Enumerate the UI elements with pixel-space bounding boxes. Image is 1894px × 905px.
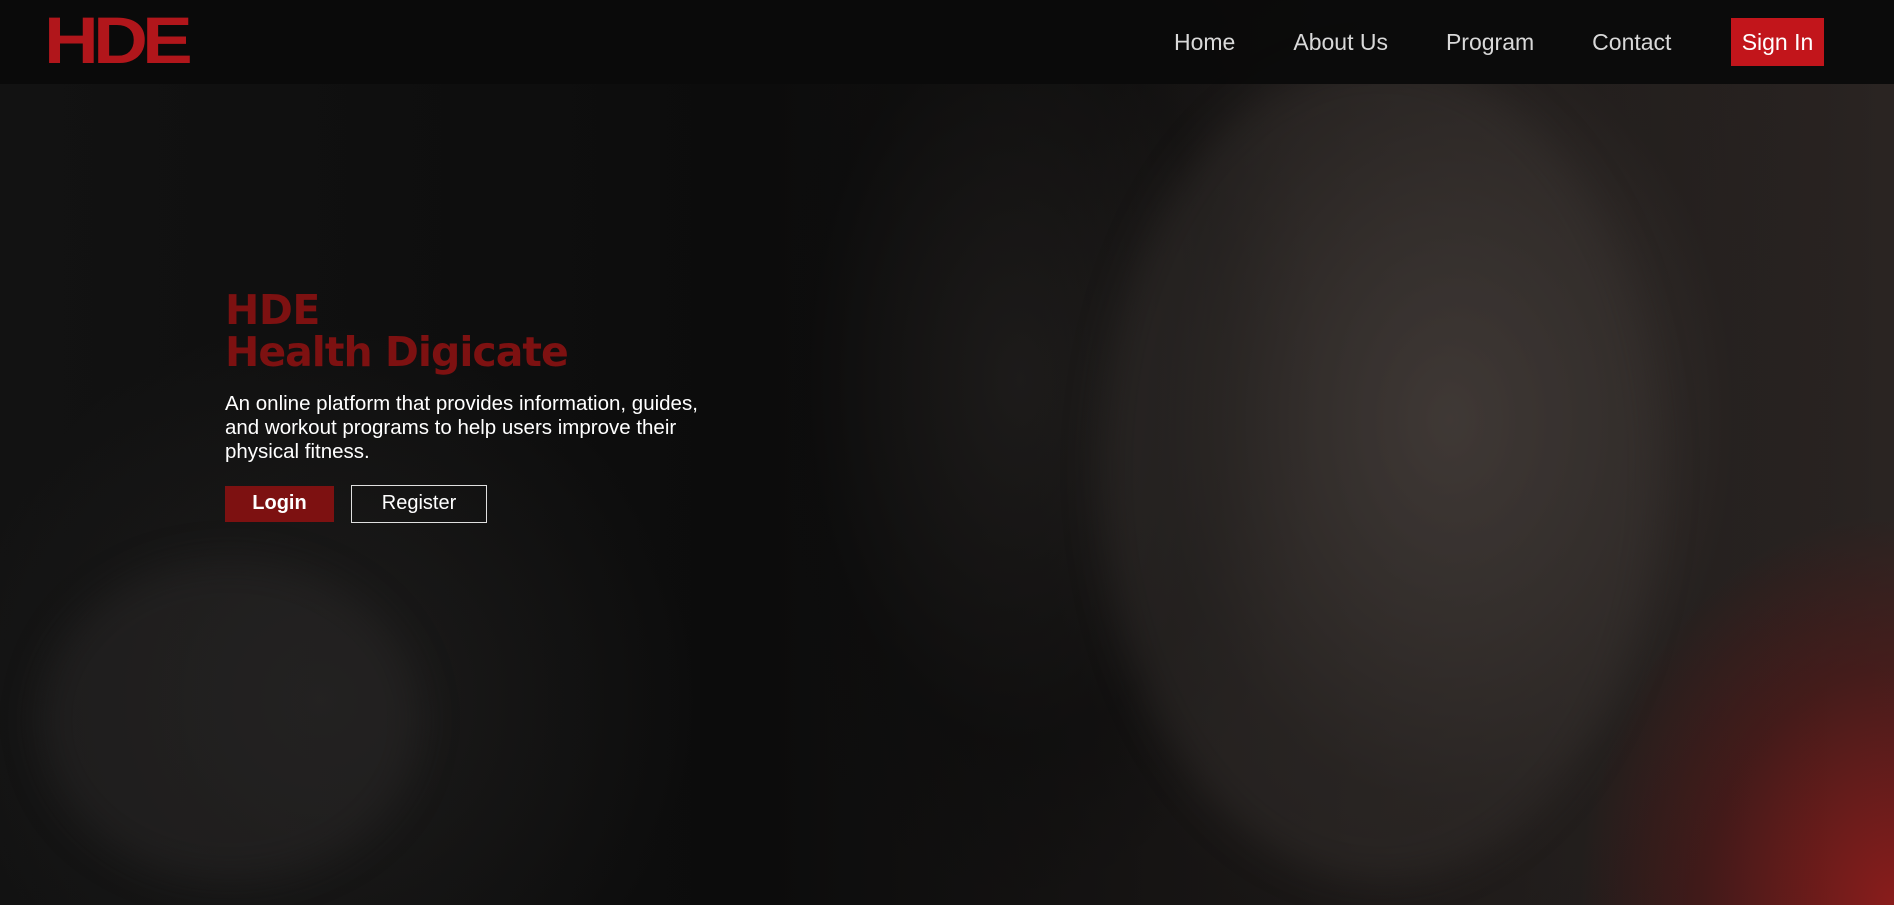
gym-equipment-blur <box>40 560 420 880</box>
nav-contact[interactable]: Contact <box>1592 26 1671 58</box>
hero-cta-row: Login Register <box>225 484 745 523</box>
sign-in-button[interactable]: Sign In <box>1731 18 1824 66</box>
nav-about-us[interactable]: About Us <box>1293 26 1388 58</box>
hero-brand-acronym: HDE <box>225 286 320 334</box>
site-header: HDE Home About Us Program Contact Sign I… <box>0 0 1894 84</box>
login-button[interactable]: Login <box>225 485 334 522</box>
nav-home[interactable]: Home <box>1174 26 1235 58</box>
register-button[interactable]: Register <box>351 484 487 523</box>
hero-section: HDE Health Digicate An online platform t… <box>225 290 745 523</box>
nav-program[interactable]: Program <box>1446 26 1534 58</box>
hde-logo[interactable]: HDE <box>44 7 193 73</box>
hero-brand-name: Health Digicate <box>225 328 569 376</box>
athlete-silhouette <box>1100 60 1660 880</box>
hero-description: An online platform that provides informa… <box>225 392 698 463</box>
main-navigation: Home About Us Program Contact <box>1174 26 1729 58</box>
